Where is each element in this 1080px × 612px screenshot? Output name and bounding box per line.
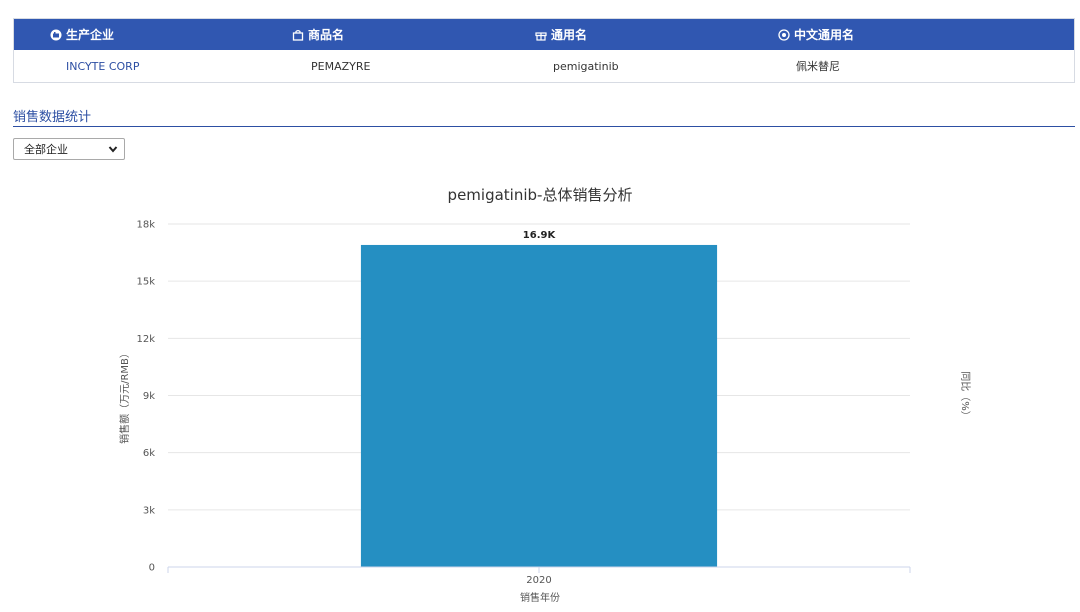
- x-tick-label: 2020: [526, 575, 551, 586]
- y-tick-label: 0: [149, 563, 155, 574]
- y-tick-label: 3k: [143, 505, 155, 516]
- x-axis-title: 销售年份: [520, 591, 560, 604]
- bar[interactable]: [360, 244, 718, 567]
- y-tick-label: 6k: [143, 448, 155, 459]
- y-tick-label: 15k: [136, 277, 155, 288]
- y-axis-title: 销售额（万元/RMB）: [118, 348, 131, 444]
- bar-data-label: 16.9K: [523, 230, 557, 241]
- y2-axis-title: 同比（%）: [959, 371, 971, 421]
- y-tick-label: 12k: [136, 334, 155, 345]
- sales-bar-chart: 0 3k 6k 9k 12k 15k 18k 16.9K 2020 销售年份 销售额（万元/…: [118, 220, 971, 605]
- y-tick-label: 9k: [143, 391, 155, 402]
- y-tick-label: 18k: [136, 220, 155, 231]
